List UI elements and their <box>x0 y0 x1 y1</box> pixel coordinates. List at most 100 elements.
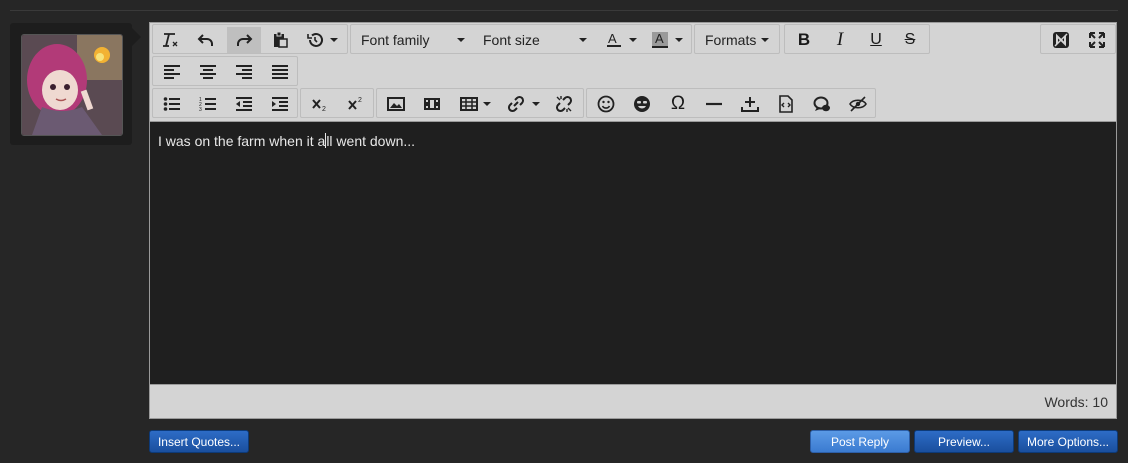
smilie-button[interactable] <box>591 91 621 117</box>
code-button[interactable] <box>771 91 801 117</box>
text-color-icon: A <box>605 31 623 49</box>
align-right-icon <box>235 64 253 80</box>
font-size-label: Font size <box>483 32 540 48</box>
underline-button[interactable]: U <box>861 27 891 53</box>
chevron-down-icon <box>457 38 465 42</box>
text-style-group: B I U S <box>784 24 930 54</box>
toggle-bbcode-button[interactable] <box>1045 27 1077 53</box>
align-left-button[interactable] <box>157 59 187 85</box>
strikethrough-button[interactable]: S <box>895 27 925 53</box>
outdent-button[interactable] <box>229 91 259 117</box>
svg-text:3: 3 <box>199 107 202 112</box>
special-char-button[interactable]: Ω <box>663 91 693 117</box>
strikethrough-icon: S <box>904 31 916 48</box>
chevron-down-icon <box>675 38 683 42</box>
insert-quotes-button[interactable]: Insert Quotes... <box>149 430 249 453</box>
undo-icon <box>197 31 215 49</box>
script-group: 2 2 <box>300 88 374 118</box>
subscript-button[interactable]: 2 <box>305 91 335 117</box>
word-count: Words: 10 <box>1044 394 1108 410</box>
align-left-icon <box>163 64 181 80</box>
formats-group: Formats <box>694 24 780 54</box>
quote-icon <box>813 95 831 113</box>
smilie-icon <box>597 95 615 113</box>
chevron-down-icon <box>531 102 540 106</box>
svg-text:2: 2 <box>322 106 326 112</box>
media-icon <box>423 96 441 112</box>
undo-button[interactable] <box>191 27 221 53</box>
redo-button[interactable] <box>227 27 261 53</box>
fullscreen-icon <box>1088 31 1106 49</box>
insert-button[interactable] <box>735 91 765 117</box>
superscript-button[interactable]: 2 <box>341 91 371 117</box>
clear-formatting-icon <box>161 31 179 49</box>
align-center-icon <box>199 64 217 80</box>
chevron-down-icon <box>629 38 637 42</box>
editor-text: I was on the farm when it all went down.… <box>158 133 415 149</box>
unlink-icon <box>555 95 573 113</box>
view-group <box>1040 24 1116 54</box>
emoji-button[interactable] <box>627 91 657 117</box>
bold-button[interactable]: B <box>789 27 819 53</box>
svg-text:2: 2 <box>358 97 362 104</box>
font-family-select[interactable]: Font family <box>355 27 471 53</box>
background-color-button[interactable]: A <box>647 27 687 53</box>
clear-formatting-button[interactable] <box>155 27 185 53</box>
quote-button[interactable] <box>807 91 837 117</box>
table-icon <box>459 96 478 112</box>
unlink-button[interactable] <box>549 91 579 117</box>
svg-text:A: A <box>655 31 664 46</box>
chevron-down-icon <box>482 102 491 106</box>
chevron-down-icon <box>761 38 769 42</box>
subscript-icon: 2 <box>311 96 329 112</box>
editor-text-before-cursor: I was on the farm when it a <box>158 133 326 149</box>
spoiler-button[interactable] <box>843 91 873 117</box>
font-size-select[interactable]: Font size <box>477 27 593 53</box>
emoji-icon <box>633 95 651 113</box>
formats-dropdown[interactable]: Formats <box>699 27 775 53</box>
indent-button[interactable] <box>265 91 295 117</box>
chevron-down-icon <box>330 38 338 42</box>
editor-content-area[interactable]: I was on the farm when it all went down.… <box>150 121 1116 385</box>
numbered-list-icon: 123 <box>199 96 217 112</box>
align-right-button[interactable] <box>229 59 259 85</box>
editor-text-after-cursor: ll went down... <box>326 133 416 149</box>
alignment-group <box>152 56 298 86</box>
toolbar-row-3: 123 2 2 Ω <box>150 87 1116 119</box>
text-color-button[interactable]: A <box>601 27 641 53</box>
avatar-frame <box>10 23 132 145</box>
toggle-bbcode-icon <box>1052 31 1070 49</box>
spoiler-icon <box>849 95 867 113</box>
image-button[interactable] <box>381 91 411 117</box>
post-reply-button[interactable]: Post Reply <box>810 430 910 453</box>
table-button[interactable] <box>455 91 495 117</box>
justify-icon <box>271 64 289 80</box>
paste-button[interactable] <box>265 27 295 53</box>
horizontal-rule-button[interactable] <box>699 91 729 117</box>
avatar-pointer <box>132 28 141 46</box>
align-center-button[interactable] <box>193 59 223 85</box>
bullet-list-icon <box>163 96 181 112</box>
avatar[interactable] <box>21 34 123 136</box>
fullscreen-button[interactable] <box>1081 27 1113 53</box>
toolbar-row-2 <box>150 55 1116 87</box>
history-dropdown[interactable] <box>301 27 343 53</box>
font-group: Font family Font size A A <box>350 24 692 54</box>
redo-icon <box>235 31 253 49</box>
more-options-button[interactable]: More Options... <box>1018 430 1118 453</box>
insert-icon <box>741 95 759 113</box>
numbered-list-button[interactable]: 123 <box>193 91 223 117</box>
bullet-list-button[interactable] <box>157 91 187 117</box>
list-group: 123 <box>152 88 298 118</box>
code-icon <box>777 95 795 113</box>
chevron-down-icon <box>579 38 587 42</box>
preview-button[interactable]: Preview... <box>914 430 1014 453</box>
indent-icon <box>271 96 289 112</box>
italic-button[interactable]: I <box>825 27 855 53</box>
italic-icon: I <box>836 29 844 50</box>
media-button[interactable] <box>417 91 447 117</box>
history-group <box>152 24 348 54</box>
link-button[interactable] <box>501 91 545 117</box>
justify-button[interactable] <box>265 59 295 85</box>
svg-text:A: A <box>608 31 617 46</box>
